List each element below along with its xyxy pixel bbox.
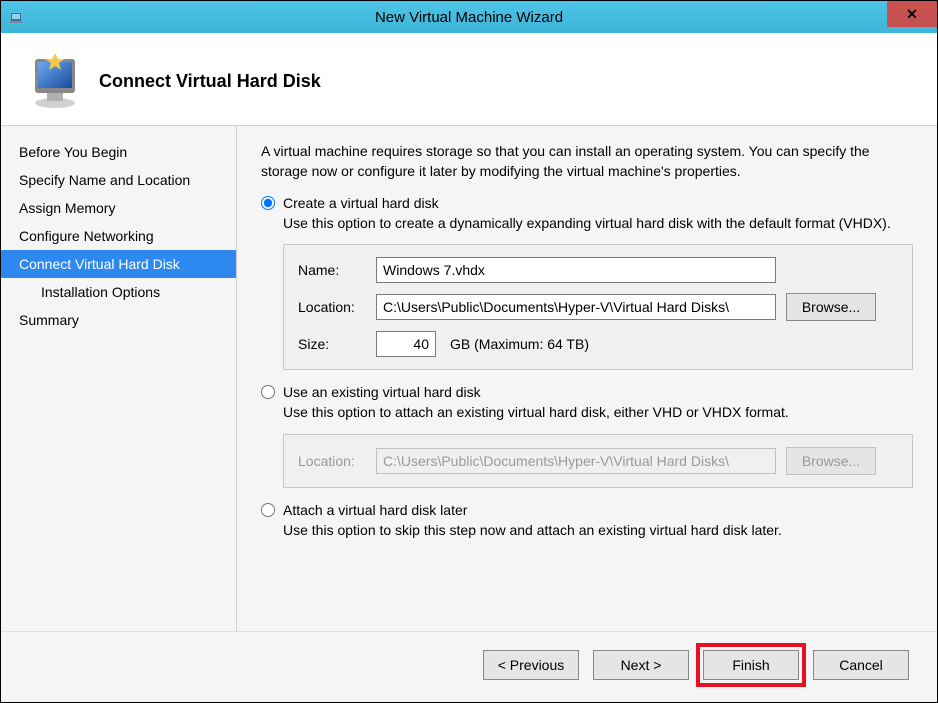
- sidebar-item-installation-options[interactable]: Installation Options: [1, 278, 236, 306]
- sidebar-item-configure-networking[interactable]: Configure Networking: [1, 222, 236, 250]
- wizard-icon: [25, 51, 85, 111]
- wizard-header: Connect Virtual Hard Disk: [1, 33, 937, 126]
- wizard-steps-sidebar: Before You Begin Specify Name and Locati…: [1, 126, 237, 631]
- next-button[interactable]: Next >: [593, 650, 689, 680]
- option-create-desc: Use this option to create a dynamically …: [283, 214, 913, 232]
- size-suffix: GB (Maximum: 64 TB): [450, 336, 589, 352]
- vhd-size-input[interactable]: [376, 331, 436, 357]
- option-attach-later-desc: Use this option to skip this step now an…: [283, 521, 913, 539]
- sidebar-item-connect-vhd[interactable]: Connect Virtual Hard Disk: [1, 250, 236, 278]
- option-existing-desc: Use this option to attach an existing vi…: [283, 403, 913, 421]
- location-label: Location:: [298, 299, 366, 315]
- radio-attach-later-label: Attach a virtual hard disk later: [283, 502, 467, 518]
- radio-create-vhd-label: Create a virtual hard disk: [283, 195, 439, 211]
- radio-existing-vhd-input[interactable]: [261, 385, 275, 399]
- size-label: Size:: [298, 336, 366, 352]
- existing-location-input: [376, 448, 776, 474]
- sidebar-item-summary[interactable]: Summary: [1, 306, 236, 334]
- close-button[interactable]: ✕: [887, 1, 937, 27]
- radio-create-vhd-input[interactable]: [261, 196, 275, 210]
- existing-location-label: Location:: [298, 453, 366, 469]
- vhd-name-input[interactable]: [376, 257, 776, 283]
- wizard-footer: < Previous Next > Finish Cancel: [1, 631, 937, 702]
- radio-attach-later-input[interactable]: [261, 503, 275, 517]
- option-attach-later: Attach a virtual hard disk later Use thi…: [261, 502, 913, 539]
- cancel-button[interactable]: Cancel: [813, 650, 909, 680]
- option-create-vhd: Create a virtual hard disk Use this opti…: [261, 195, 913, 370]
- wizard-body: Before You Begin Specify Name and Locati…: [1, 126, 937, 631]
- sidebar-item-specify-name[interactable]: Specify Name and Location: [1, 166, 236, 194]
- existing-browse-button: Browse...: [786, 447, 876, 475]
- titlebar: New Virtual Machine Wizard ✕: [1, 1, 937, 33]
- window-title: New Virtual Machine Wizard: [375, 9, 563, 26]
- app-icon: [9, 9, 25, 25]
- radio-attach-later[interactable]: Attach a virtual hard disk later: [261, 502, 913, 518]
- wizard-content: A virtual machine requires storage so th…: [237, 126, 937, 631]
- previous-button[interactable]: < Previous: [483, 650, 579, 680]
- wizard-window: New Virtual Machine Wizard ✕ Connect Vir…: [0, 0, 938, 703]
- intro-text: A virtual machine requires storage so th…: [261, 142, 913, 181]
- browse-button[interactable]: Browse...: [786, 293, 876, 321]
- option-existing-vhd: Use an existing virtual hard disk Use th…: [261, 384, 913, 487]
- sidebar-item-assign-memory[interactable]: Assign Memory: [1, 194, 236, 222]
- radio-existing-vhd[interactable]: Use an existing virtual hard disk: [261, 384, 913, 400]
- vhd-location-input[interactable]: [376, 294, 776, 320]
- radio-existing-vhd-label: Use an existing virtual hard disk: [283, 384, 481, 400]
- finish-button[interactable]: Finish: [703, 650, 799, 680]
- sidebar-item-before-you-begin[interactable]: Before You Begin: [1, 138, 236, 166]
- close-icon: ✕: [906, 6, 918, 23]
- page-title: Connect Virtual Hard Disk: [99, 71, 321, 92]
- create-vhd-fieldset: Name: Location: Browse... Size: GB (Maxi…: [283, 244, 913, 370]
- radio-create-vhd[interactable]: Create a virtual hard disk: [261, 195, 913, 211]
- existing-vhd-fieldset: Location: Browse...: [283, 434, 913, 488]
- name-label: Name:: [298, 262, 366, 278]
